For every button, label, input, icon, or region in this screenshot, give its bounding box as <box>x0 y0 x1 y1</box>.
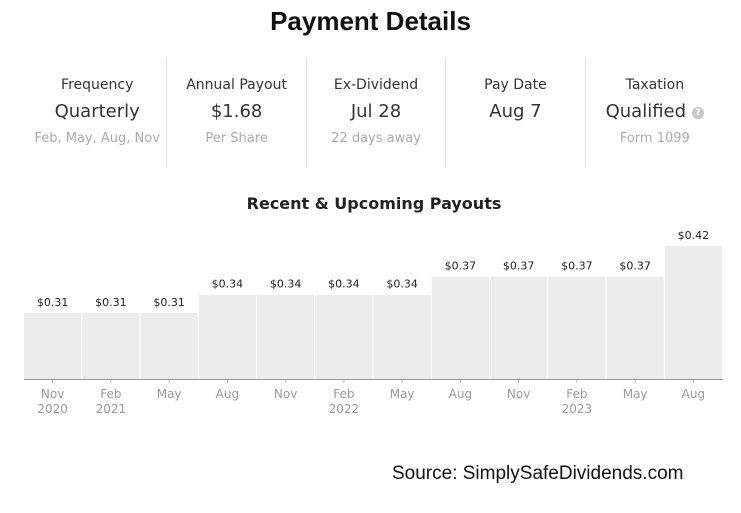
data-label: $0.42 <box>678 229 710 242</box>
stat-value: Aug 7 <box>489 101 542 122</box>
stat-sub: Form 1099 <box>619 131 690 146</box>
data-label: $0.37 <box>445 259 477 272</box>
data-label: $0.34 <box>270 278 302 291</box>
stat-label: Ex-Dividend <box>333 77 419 93</box>
stat-value: Quarterly <box>54 101 140 122</box>
x-tick-label: 2022 <box>329 402 360 416</box>
x-tick-label: May <box>390 387 415 401</box>
bar[interactable] <box>198 294 256 379</box>
x-tick-label: 2023 <box>562 402 593 416</box>
bar[interactable] <box>606 276 664 379</box>
stat-label: Pay Date <box>484 77 547 93</box>
stat-pay-date: Pay Date Aug 7 <box>446 58 586 168</box>
data-label: $0.31 <box>95 296 127 309</box>
stat-label: Annual Payout <box>186 77 287 93</box>
data-label: $0.34 <box>328 278 360 291</box>
x-tick-label: May <box>623 387 648 401</box>
question-circle-icon[interactable]: ? <box>692 107 705 119</box>
stat-label: Taxation <box>625 77 685 93</box>
stat-taxation: Taxation Qualified? Form 1099 <box>586 58 724 168</box>
stat-sub: 22 days away <box>331 131 421 146</box>
stat-value-row: Qualified? <box>586 101 724 123</box>
stat-ex-dividend: Ex-Dividend Jul 28 22 days away <box>307 58 447 168</box>
payment-stats: Frequency Quarterly Feb, May, Aug, Nov A… <box>28 58 724 168</box>
stat-label: Frequency <box>61 77 134 93</box>
stat-sub <box>446 131 584 147</box>
bar[interactable] <box>82 313 140 379</box>
stat-value: Jul 28 <box>350 101 402 122</box>
data-label: $0.37 <box>619 259 651 272</box>
bar[interactable] <box>490 276 548 379</box>
x-tick-label: Aug <box>216 387 239 401</box>
x-tick-label: 2021 <box>96 402 127 416</box>
stat-sub: Feb, May, Aug, Nov <box>34 131 160 146</box>
x-tick-label: Feb <box>333 387 354 401</box>
x-tick-label: Nov <box>41 387 64 401</box>
stat-value: $1.68 <box>210 101 263 122</box>
bar[interactable] <box>257 294 315 379</box>
x-tick-label: 2020 <box>37 402 68 416</box>
x-tick-label: Nov <box>507 387 530 401</box>
bar[interactable] <box>140 313 198 379</box>
bar[interactable] <box>431 276 489 379</box>
chart-title: Recent & Upcoming Payouts <box>246 194 502 213</box>
data-label: $0.31 <box>153 296 185 309</box>
stat-sub: Per Share <box>205 131 268 146</box>
bar[interactable] <box>548 276 606 379</box>
stat-value: Qualified <box>605 101 687 122</box>
page-title: Payment Details <box>270 6 471 36</box>
x-tick-label: Aug <box>449 387 472 401</box>
bar[interactable] <box>373 294 431 379</box>
x-tick-label: May <box>157 387 182 401</box>
data-label: $0.34 <box>212 278 244 291</box>
x-tick-label: Aug <box>682 387 705 401</box>
x-tick-label: Feb <box>100 387 121 401</box>
bar[interactable] <box>24 313 82 379</box>
data-label: $0.34 <box>386 278 418 291</box>
bar[interactable] <box>664 246 722 379</box>
data-label: $0.37 <box>561 259 593 272</box>
payouts-bar-chart: $0.31Nov2020$0.31Feb2021$0.31May$0.34Aug… <box>24 229 723 416</box>
stat-frequency: Frequency Quarterly Feb, May, Aug, Nov <box>28 58 168 168</box>
x-tick-label: Feb <box>566 387 587 401</box>
bar[interactable] <box>315 294 373 379</box>
data-label: $0.31 <box>37 296 69 309</box>
x-tick-label: Nov <box>274 387 297 401</box>
source-credit: Source: SimplySafeDividends.com <box>392 463 684 484</box>
data-label: $0.37 <box>503 259 535 272</box>
stat-annual-payout: Annual Payout $1.68 Per Share <box>167 58 307 168</box>
